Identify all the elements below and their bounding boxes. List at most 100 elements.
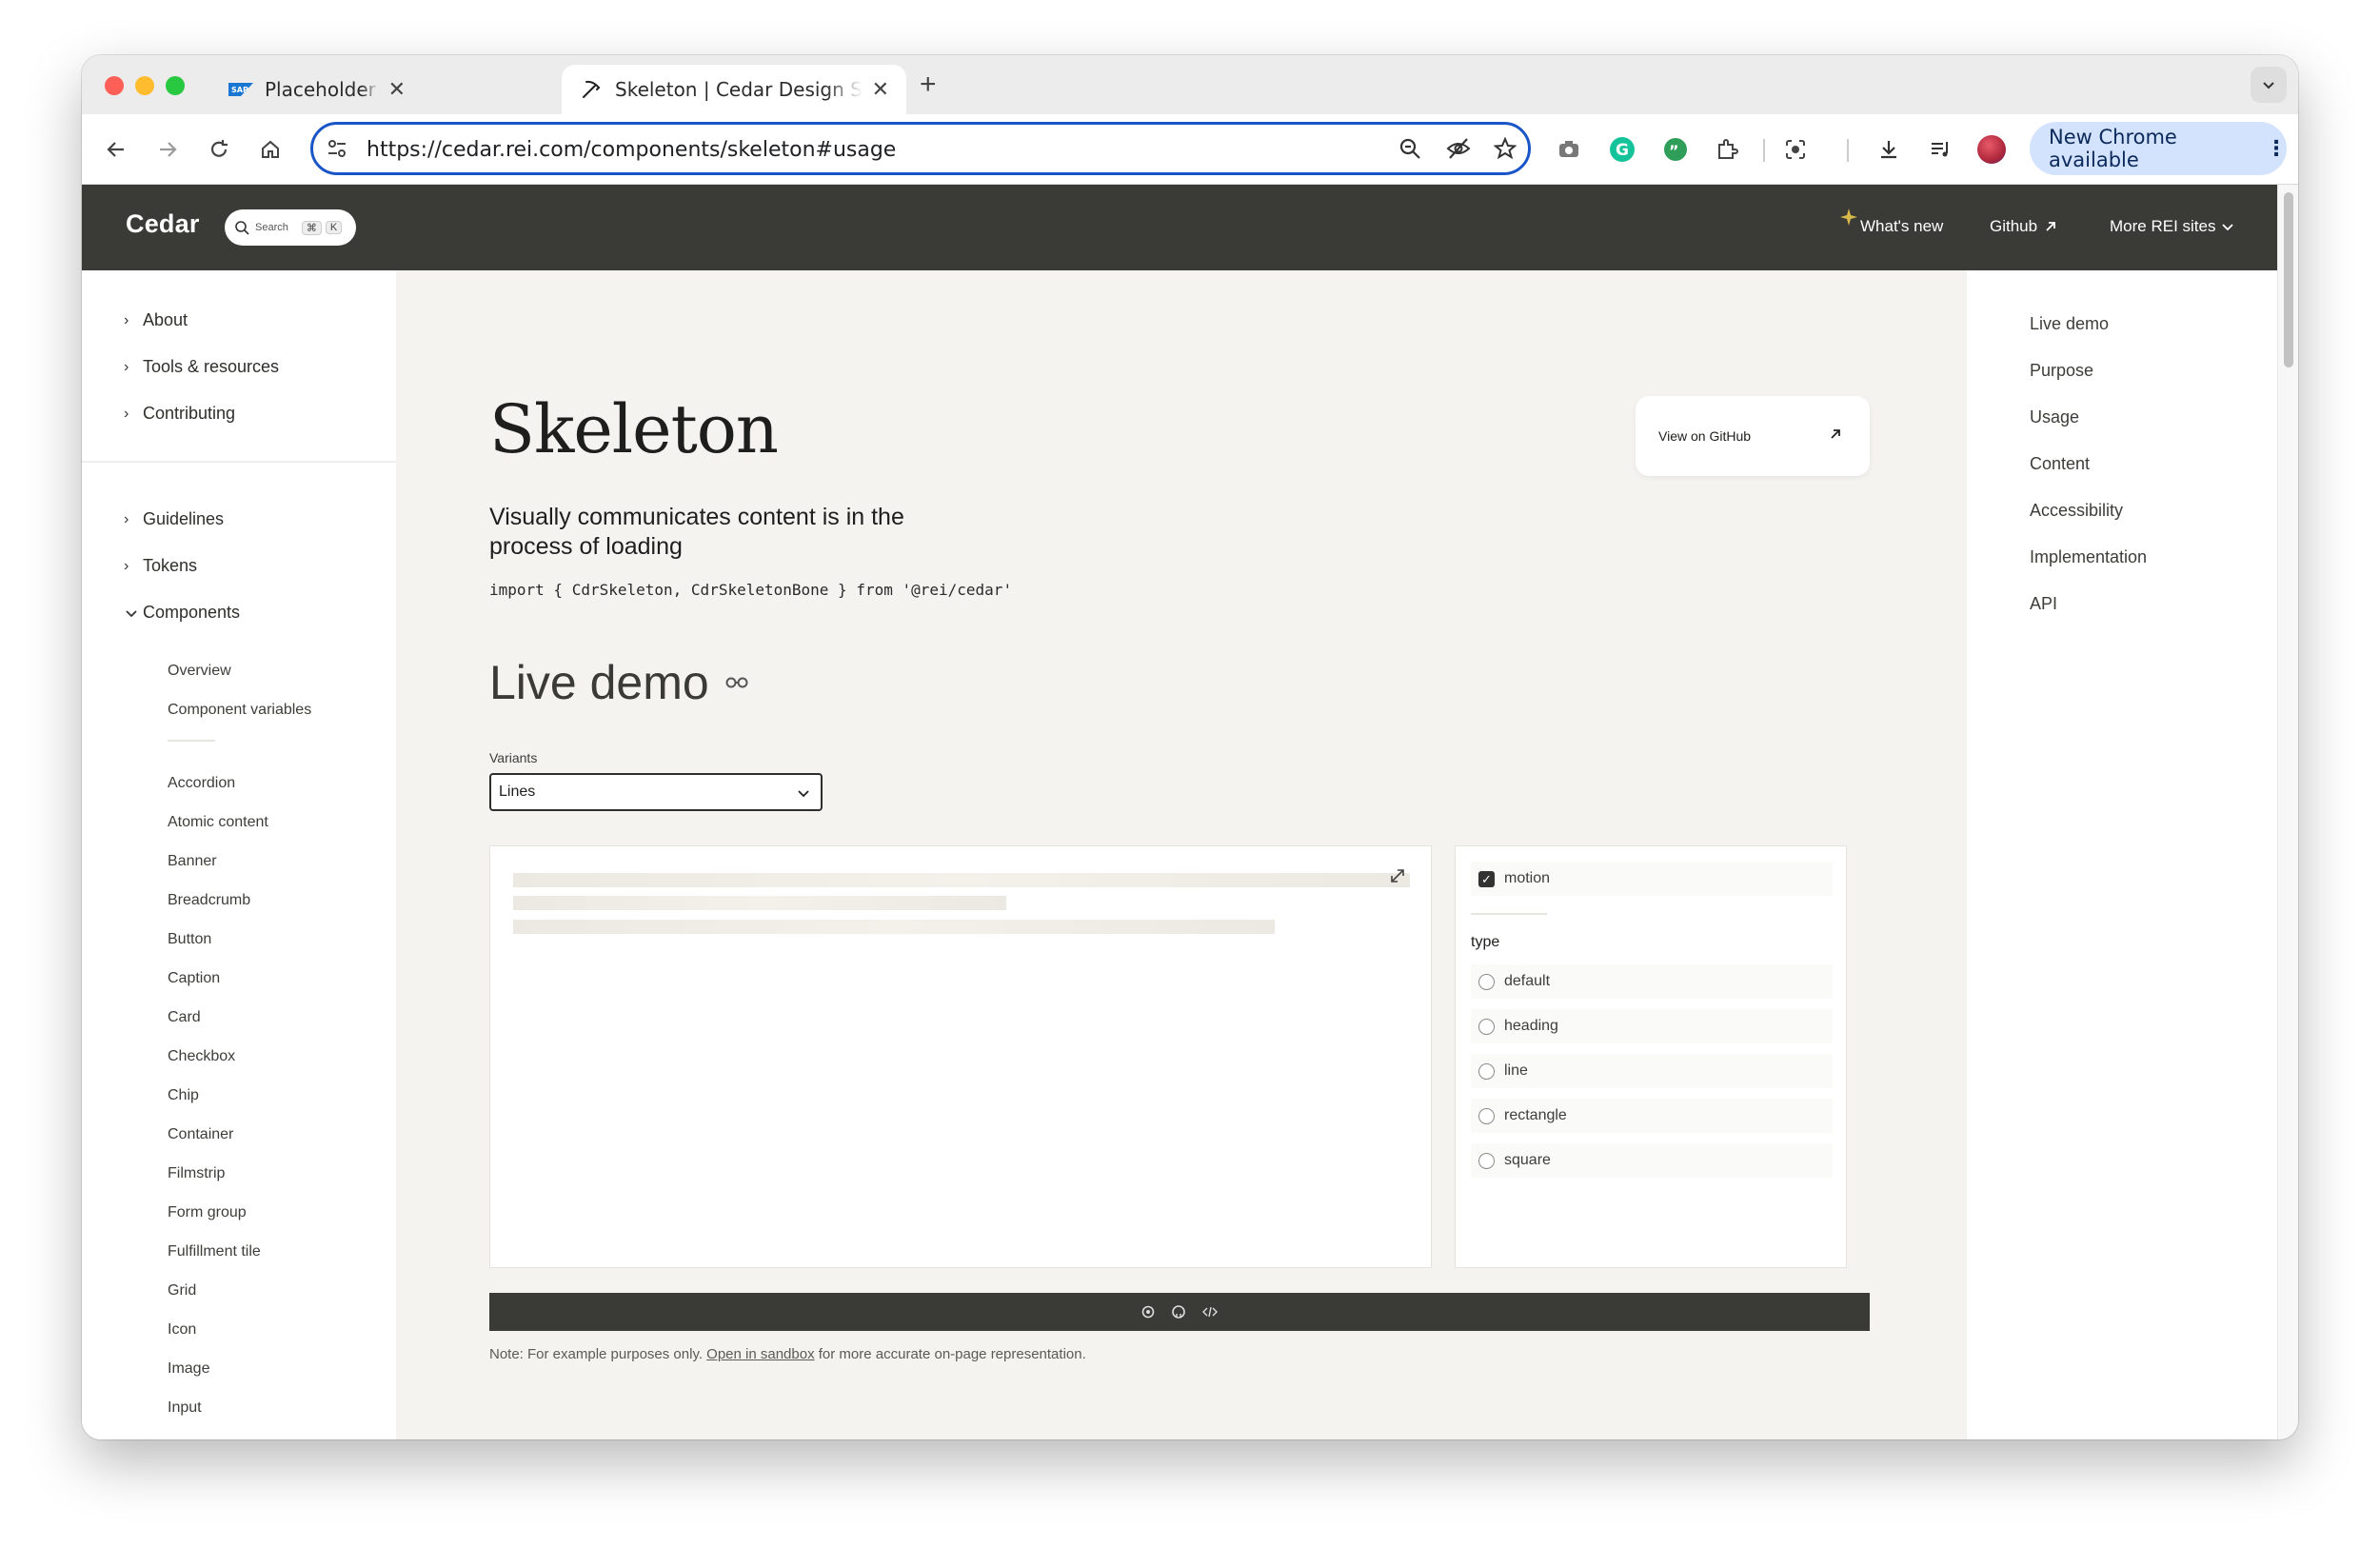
sidebar-subitem-component-variables[interactable]: Component variables <box>168 702 311 719</box>
type-radio-option[interactable]: line <box>1471 1054 1833 1088</box>
sidebar-subitem[interactable]: Breadcrumb <box>168 892 250 909</box>
sidebar-item-guidelines[interactable]: › Guidelines <box>124 509 224 529</box>
site-logo[interactable]: Cedar <box>126 209 200 239</box>
radio-unselected-icon <box>1478 973 1495 990</box>
more-vert-icon: ⋮ <box>2266 136 2287 161</box>
bookmark-star-icon[interactable] <box>1493 136 1517 165</box>
tab-cedar-skeleton[interactable]: Skeleton | Cedar Design Syste ✕ <box>562 65 906 114</box>
quote-icon: ” <box>1664 138 1687 161</box>
sidebar-subitem[interactable]: Caption <box>168 970 220 987</box>
on-this-page-link[interactable]: Usage <box>2030 407 2079 427</box>
zoom-icon[interactable] <box>1398 137 1421 165</box>
tab-title: Skeleton | Cedar Design Syste <box>615 78 863 101</box>
on-this-page-link[interactable]: Accessibility <box>2030 501 2123 521</box>
lens-icon <box>1786 140 1805 159</box>
sidebar-subitem[interactable]: Accordion <box>168 775 235 792</box>
close-icon[interactable]: ✕ <box>388 78 406 102</box>
type-radio-option[interactable]: square <box>1471 1143 1833 1178</box>
minimize-window-button[interactable] <box>135 76 154 95</box>
sidebar-subitem[interactable]: Input <box>168 1399 202 1417</box>
sidebar-subitem[interactable]: Chip <box>168 1087 199 1104</box>
type-radio-option[interactable]: default <box>1471 964 1833 999</box>
site-search-button[interactable]: Search ⌘ K <box>225 209 356 246</box>
sidebar-item-about[interactable]: › About <box>124 310 188 330</box>
zoom-window-button[interactable] <box>166 76 185 95</box>
demo-toolbar <box>489 1293 1870 1331</box>
variants-select[interactable]: Lines <box>489 773 823 811</box>
toolbar-divider <box>1763 139 1765 162</box>
chevron-right-icon: › <box>124 557 129 574</box>
sidebar-subitem[interactable]: Checkbox <box>168 1048 235 1065</box>
quote-extension-button[interactable]: ” <box>1658 132 1693 167</box>
sidebar-subitem[interactable]: Fulfillment tile <box>168 1243 261 1260</box>
page-scrollbar[interactable] <box>2277 185 2298 1439</box>
on-this-page-link[interactable]: Live demo <box>2030 314 2109 334</box>
sidebar-subitem[interactable]: Container <box>168 1126 233 1143</box>
radio-label: heading <box>1504 1018 1558 1034</box>
sidebar-item-label: Tools & resources <box>143 357 280 376</box>
settings-icon[interactable] <box>1140 1304 1156 1320</box>
forward-button[interactable] <box>150 132 185 167</box>
sidebar-item-contributing[interactable]: › Contributing <box>124 404 235 424</box>
eye-off-icon[interactable] <box>1446 137 1471 165</box>
update-chrome-button[interactable]: New Chrome available ⋮ <box>2030 122 2287 175</box>
live-demo-heading-text: Live demo <box>489 656 709 709</box>
reload-button[interactable] <box>202 132 236 167</box>
sidebar-subitem[interactable]: Grid <box>168 1282 196 1300</box>
sidebar-item-components[interactable]: Components <box>124 603 240 623</box>
on-this-page-link[interactable]: Content <box>2030 454 2090 474</box>
extensions-button[interactable] <box>1710 132 1744 167</box>
on-this-page-nav: Live demo Purpose Usage Content Accessibilit… <box>1967 270 2277 1439</box>
scrollbar-thumb[interactable] <box>2284 192 2293 367</box>
open-in-sandbox-link[interactable]: Open in sandbox <box>706 1346 814 1362</box>
new-tab-button[interactable]: + <box>920 70 937 99</box>
more-rei-sites-menu[interactable]: More REI sites <box>2110 217 2234 236</box>
github-icon[interactable] <box>1171 1304 1186 1320</box>
fullscreen-icon[interactable] <box>1389 867 1406 884</box>
sidebar-item-tokens[interactable]: › Tokens <box>124 556 197 576</box>
sidebar-subitem[interactable]: Atomic content <box>168 814 268 831</box>
sidebar-subitem-overview[interactable]: Overview <box>168 663 231 680</box>
url-text[interactable]: https://cedar.rei.com/components/skeleto… <box>367 138 896 162</box>
site-settings-icon[interactable] <box>327 138 347 164</box>
on-this-page-link[interactable]: Purpose <box>2030 361 2093 381</box>
github-link[interactable]: Github <box>1990 217 2058 236</box>
sidebar-subitem[interactable]: Banner <box>168 853 217 870</box>
on-this-page-link[interactable]: Implementation <box>2030 547 2147 567</box>
close-icon[interactable]: ✕ <box>872 78 889 102</box>
variants-selected-value: Lines <box>499 784 536 800</box>
type-radio-option[interactable]: rectangle <box>1471 1099 1833 1133</box>
tab-sap-fiori[interactable]: SAP Placeholder Loading | SAP Fio ✕ <box>211 65 423 114</box>
arrow-right-icon <box>160 142 177 157</box>
type-label: type <box>1471 934 1500 950</box>
downloads-button[interactable] <box>1872 132 1906 167</box>
page-title: Skeleton <box>489 390 779 468</box>
tab-search-button[interactable] <box>2251 67 2287 103</box>
profile-button[interactable] <box>1974 132 2009 167</box>
close-window-button[interactable] <box>105 76 124 95</box>
sidebar-subitem[interactable]: Image <box>168 1360 209 1378</box>
media-controls-button[interactable] <box>1923 132 1957 167</box>
screenshot-extension-button[interactable] <box>1552 132 1586 167</box>
github-label: Github <box>1990 217 2038 235</box>
home-button[interactable] <box>253 132 288 167</box>
lens-button[interactable] <box>1778 132 1813 167</box>
whats-new-link[interactable]: What's new <box>1839 208 1943 236</box>
sidebar-subitem[interactable]: Form group <box>168 1204 247 1221</box>
demo-note: Note: For example purposes only. Open in… <box>489 1346 1086 1362</box>
sidebar-subitem[interactable]: Card <box>168 1009 201 1026</box>
update-label: New Chrome available <box>2049 126 2177 171</box>
back-button[interactable] <box>99 132 133 167</box>
sidebar-subitem[interactable]: Icon <box>168 1321 196 1339</box>
motion-checkbox[interactable]: ✓ motion <box>1471 862 1833 896</box>
grammarly-extension-button[interactable]: G <box>1605 132 1639 167</box>
view-on-github-card[interactable]: View on GitHub <box>1636 396 1870 476</box>
checkbox-checked-icon: ✓ <box>1478 870 1495 887</box>
address-bar[interactable]: https://cedar.rei.com/components/skeleto… <box>310 122 1531 175</box>
type-radio-option[interactable]: heading <box>1471 1009 1833 1043</box>
sidebar-subitem[interactable]: Button <box>168 931 211 948</box>
code-icon[interactable] <box>1201 1304 1219 1320</box>
sidebar-item-tools[interactable]: › Tools & resources <box>124 357 279 377</box>
on-this-page-link[interactable]: API <box>2030 594 2057 614</box>
sidebar-subitem[interactable]: Filmstrip <box>168 1165 225 1182</box>
